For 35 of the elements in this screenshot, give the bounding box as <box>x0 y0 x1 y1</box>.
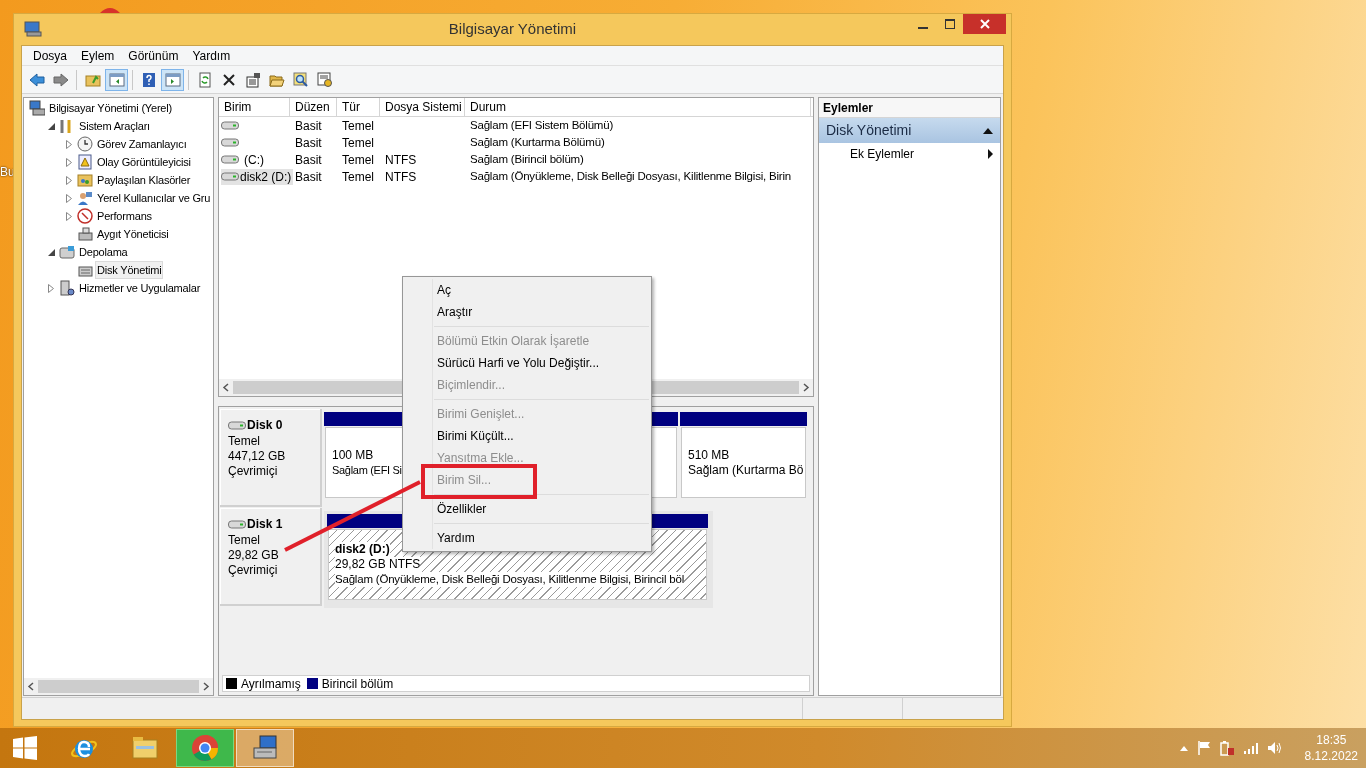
partition-label: Sağlam (EFI Si <box>332 462 402 478</box>
legend-label: Ayrılmamış <box>241 675 301 693</box>
actions-header: Eylemler <box>819 98 1000 118</box>
disk-status: Çevrimiçi <box>228 464 279 479</box>
window-title: Bilgisayar Yönetimi <box>448 19 577 40</box>
partition-label: 29,82 GB NTFS <box>335 557 421 572</box>
partition-label: 100 MB <box>332 447 374 463</box>
partition-label: 510 MB <box>688 447 730 463</box>
table-cell: Basit <box>295 117 322 135</box>
disk-status: Çevrimiçi <box>228 563 279 578</box>
table-cell-text: Temel <box>342 134 374 152</box>
table-cell-text: Sağlam (Birincil bölüm) <box>470 151 584 167</box>
table-cell-text: Sağlam (EFI Sistem Bölümü) <box>470 117 614 133</box>
disk-size: 447,12 GB <box>228 449 287 464</box>
table-cell-text: NTFS <box>385 168 417 186</box>
table-cell-text: Temel <box>342 151 374 169</box>
disk-type: Temel <box>228 533 261 548</box>
table-cell-text: Basit <box>295 134 322 152</box>
partition-title: disk2 (D:) <box>335 542 390 557</box>
disk-name: Disk 1 <box>247 516 283 533</box>
table-cell-text: Sağlam (Kurtarma Bölümü) <box>470 134 605 150</box>
disk-size: 29,82 GB <box>228 548 280 563</box>
table-cell-text: Temel <box>342 168 374 186</box>
disk-name: Disk 0 <box>247 417 283 434</box>
clock-date: 8.12.2022 <box>1304 748 1358 764</box>
partition-label: Sağlam (Kurtarma Bö <box>688 462 804 478</box>
table-cell-text: Basit <box>295 151 322 169</box>
disk-type: Temel <box>228 434 261 449</box>
clock-time: 18:35 <box>1316 732 1347 748</box>
table-cell-text: NTFS <box>385 151 417 169</box>
table-cell-text: Sağlam (Önyükleme, Disk Belleği Dosyası, Kilitlenme Bilgisi, Birin <box>470 168 792 184</box>
partition-label: Sağlam (Önyükleme, Disk Belleği Dosyası, Kilitlenme Bilgisi, Birincil böl <box>335 572 685 587</box>
legend-label: Birincil bölüm <box>321 675 394 693</box>
table-cell-text: Basit <box>295 168 322 186</box>
table-cell: Temel <box>342 117 374 135</box>
